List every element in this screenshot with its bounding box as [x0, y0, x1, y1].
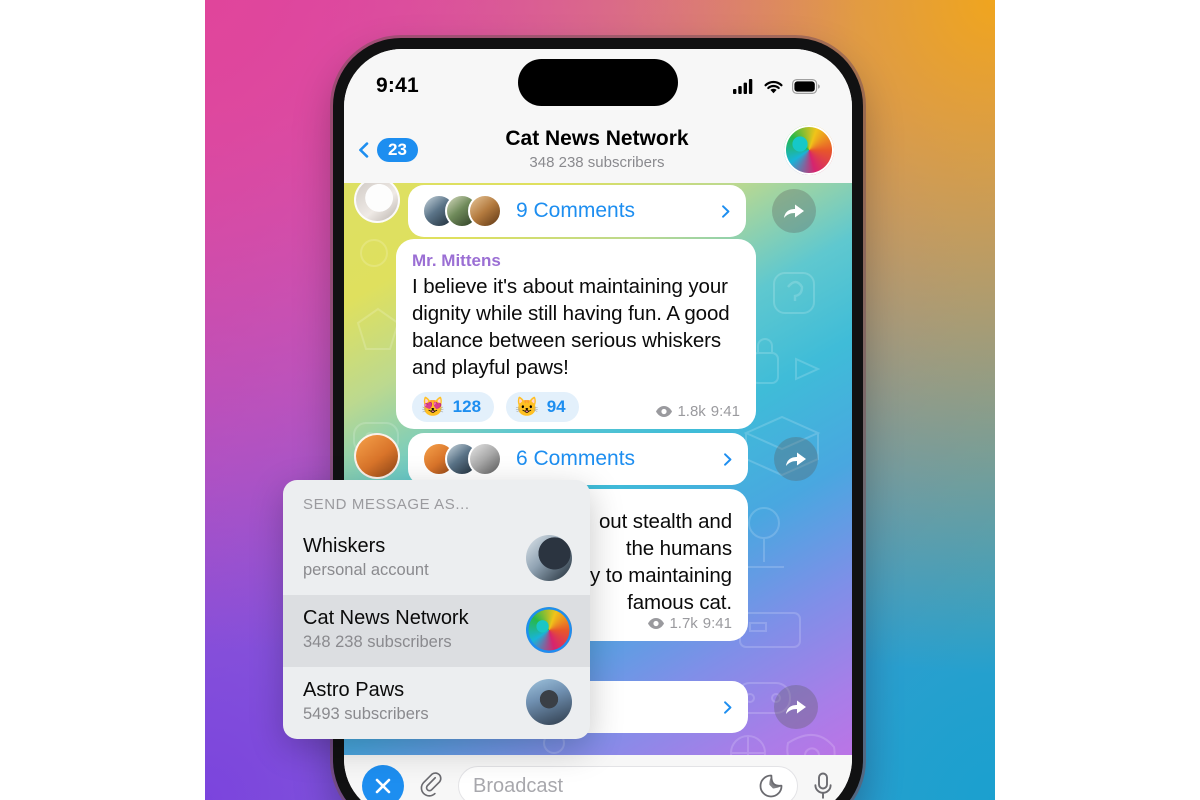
menu-item-title: Cat News Network — [303, 607, 469, 630]
close-x-button[interactable] — [362, 765, 404, 800]
reaction-chip[interactable]: 😻 128 — [412, 392, 495, 423]
share-button[interactable] — [774, 437, 818, 481]
reaction-emoji: 😻 — [421, 396, 445, 418]
subscriber-count: 348 238 subscribers — [529, 153, 665, 171]
share-button[interactable] — [772, 189, 816, 233]
avatar — [354, 433, 400, 479]
dynamic-island — [518, 59, 678, 106]
message-meta: 1.8k 9:41 — [656, 403, 740, 420]
reaction-chip[interactable]: 😺 94 — [506, 392, 579, 423]
channel-avatar[interactable] — [784, 125, 834, 175]
avatar — [468, 442, 502, 476]
menu-item-subtitle: personal account — [303, 561, 429, 579]
share-button[interactable] — [774, 685, 818, 729]
whiskers-avatar — [526, 535, 572, 582]
wifi-icon — [764, 80, 783, 93]
menu-item-subtitle: 348 238 subscribers — [303, 633, 452, 652]
reaction-count: 94 — [546, 397, 566, 417]
menu-item-subtitle: 5493 subscribers — [303, 705, 429, 724]
sticker-icon[interactable] — [759, 774, 783, 798]
page-title: Cat News Network — [505, 127, 689, 151]
menu-heading: SEND MESSAGE AS... — [303, 496, 470, 513]
menu-item-text: Astro Paws 5493 subscribers — [303, 678, 429, 726]
back-button[interactable]: 23 — [356, 137, 418, 163]
menu-item-whiskers[interactable]: Whiskers personal account — [283, 523, 590, 595]
chevron-left-icon — [359, 142, 369, 158]
reaction-count: 128 — [452, 397, 482, 417]
close-x-icon — [375, 778, 391, 794]
send-message-as-menu[interactable]: SEND MESSAGE AS... Whiskers personal acc… — [283, 480, 590, 740]
microphone-icon[interactable] — [812, 772, 834, 800]
menu-item-astro-paws[interactable]: Astro Paws 5493 subscribers — [283, 667, 590, 739]
comments-row[interactable]: 9 Comments — [408, 185, 746, 237]
comments-row[interactable]: 6 Comments — [408, 433, 748, 485]
message-meta: 1.7k 9:41 — [648, 615, 732, 632]
message-bubble[interactable]: Mr. Mittens I believe it's about maintai… — [396, 239, 756, 429]
menu-item-cat-news-network[interactable]: Cat News Network 348 238 subscribers — [283, 595, 590, 668]
avatar — [468, 194, 502, 228]
message-input-bar: Broadcast — [344, 755, 852, 800]
chevron-right-icon — [724, 700, 732, 714]
header-title-group[interactable]: Cat News Network 348 238 subscribers — [410, 127, 784, 172]
chevron-right-icon — [722, 204, 730, 218]
comments-count-label: 9 Comments — [516, 199, 636, 222]
chevron-right-icon — [724, 452, 732, 466]
signal-bars-icon — [733, 78, 753, 94]
chat-header: 23 Cat News Network 348 238 subscribers — [344, 117, 852, 183]
message-text: I believe it's about maintaining your di… — [412, 275, 730, 379]
comments-count-label: 6 Comments — [516, 447, 636, 470]
paperclip-icon[interactable] — [418, 772, 444, 800]
eye-icon — [648, 618, 665, 629]
share-arrow-icon — [784, 204, 804, 218]
status-time: 9:41 — [376, 74, 419, 97]
menu-item-text: Whiskers personal account — [303, 534, 429, 582]
eye-icon — [656, 406, 673, 417]
reaction-emoji: 😺 — [515, 396, 539, 418]
menu-item-title: Whiskers — [303, 535, 386, 557]
view-count: 1.8k — [677, 403, 706, 420]
status-bar: 9:41 — [344, 49, 852, 117]
menu-item-title: Astro Paws — [303, 679, 405, 702]
view-count: 1.7k — [669, 615, 698, 632]
message-input-placeholder: Broadcast — [473, 774, 564, 797]
commenter-avatars — [422, 442, 502, 476]
status-indicators — [733, 73, 820, 94]
avatar — [354, 183, 400, 223]
message-author: Mr. Mittens — [412, 251, 501, 270]
message-time: 9:41 — [710, 403, 740, 420]
menu-item-text: Cat News Network 348 238 subscribers — [303, 606, 469, 654]
message-time: 9:41 — [702, 615, 732, 632]
commenter-avatars — [422, 194, 502, 228]
share-arrow-icon — [786, 452, 806, 466]
message-input-field[interactable]: Broadcast — [458, 766, 798, 800]
battery-icon — [792, 78, 820, 94]
share-arrow-icon — [786, 700, 806, 714]
cat-news-network-avatar — [526, 607, 572, 654]
astro-paws-avatar — [526, 679, 572, 726]
